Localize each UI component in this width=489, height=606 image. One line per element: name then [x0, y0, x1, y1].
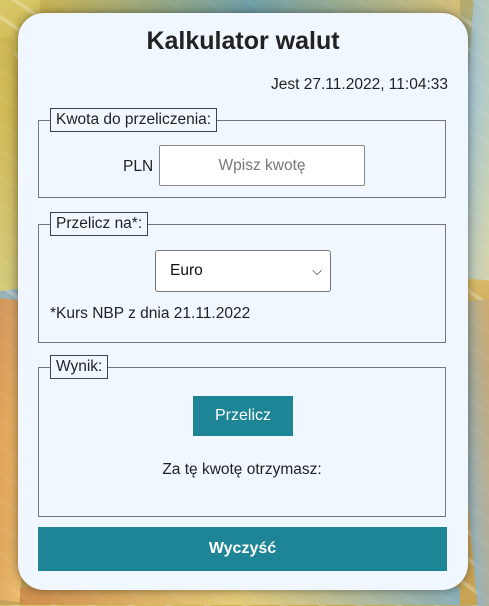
- result-text: Za tę kwotę otrzymasz:: [162, 461, 322, 478]
- convert-fieldset: Przelicz na*: Euro ⌵ *Kurs NBP z dnia 21…: [38, 212, 446, 343]
- chevron-down-icon: ⌵: [312, 263, 322, 278]
- convert-legend: Przelicz na*:: [50, 212, 149, 236]
- amount-legend: Kwota do przeliczenia:: [50, 108, 218, 132]
- currency-code-label: PLN: [123, 158, 154, 175]
- result-fieldset: Wynik: Przelicz Za tę kwotę otrzymasz:: [38, 355, 446, 517]
- clear-button[interactable]: Wyczyść: [38, 527, 447, 571]
- calculator-card: Kalkulator walut Jest 27.11.2022, 11:04:…: [18, 13, 468, 590]
- result-legend: Wynik:: [50, 355, 109, 379]
- exchange-rate-note: *Kurs NBP z dnia 21.11.2022: [50, 305, 251, 322]
- amount-input[interactable]: [159, 145, 365, 186]
- target-currency-select[interactable]: Euro ⌵: [155, 250, 331, 292]
- calculate-button[interactable]: Przelicz: [193, 396, 293, 436]
- amount-fieldset: Kwota do przeliczenia: PLN: [38, 108, 446, 198]
- current-datetime: Jest 27.11.2022, 11:04:33: [271, 76, 448, 93]
- selected-currency-value: Euro: [170, 262, 203, 279]
- page-title: Kalkulator walut: [146, 27, 340, 55]
